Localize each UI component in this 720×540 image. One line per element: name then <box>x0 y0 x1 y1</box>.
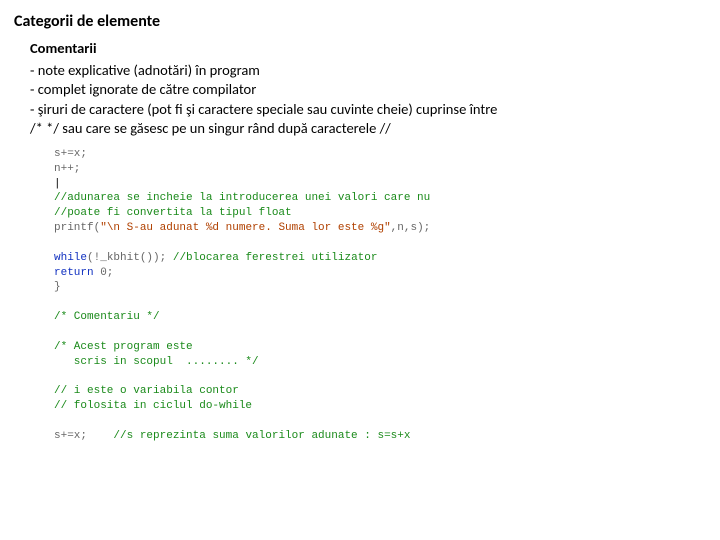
bullet-line: - note explicative (adnotări) în program <box>30 61 706 81</box>
caret-icon: | <box>54 178 61 190</box>
code-comment: // folosita in ciclul do-while <box>54 400 252 412</box>
code-text: (!_kbhit()); <box>87 252 173 264</box>
code-comment: //poate fi convertita la tipul float <box>54 207 292 219</box>
code-text: n++; <box>54 163 80 175</box>
bullet-line: /* */ sau care se găsesc pe un singur râ… <box>30 119 706 139</box>
code-text: } <box>54 281 61 293</box>
slide-page: Categorii de elemente Comentarii - note … <box>0 0 720 454</box>
code-text: s+=x; <box>54 148 87 160</box>
bullet-line: - şiruri de caractere (pot fi şi caracte… <box>30 100 706 120</box>
bullet-line: - complet ignorate de către compilator <box>30 80 706 100</box>
code-comment: //adunarea se incheie la introducerea un… <box>54 192 430 204</box>
code-keyword: return <box>54 267 94 279</box>
section-heading: Comentarii <box>30 39 706 59</box>
code-string: "\n S-au adunat %d numere. Suma lor este… <box>100 222 390 234</box>
section-comentarii: Comentarii - note explicative (adnotări)… <box>14 39 706 139</box>
code-comment: //s reprezinta suma valorilor adunate : … <box>113 430 410 442</box>
code-comment: scris in scopul ........ */ <box>54 356 259 368</box>
code-text: s+=x; <box>54 430 113 442</box>
code-text: ,n,s); <box>391 222 431 234</box>
code-sample-block: s+=x; n++; | //adunarea se incheie la in… <box>54 147 706 444</box>
page-title: Categorii de elemente <box>14 12 706 31</box>
code-comment: /* Comentariu */ <box>54 311 160 323</box>
code-comment: // i este o variabila contor <box>54 385 239 397</box>
code-text: printf( <box>54 222 100 234</box>
code-text: 0; <box>94 267 114 279</box>
code-sample: s+=x; n++; | //adunarea se incheie la in… <box>54 147 706 444</box>
code-comment: /* Acest program este <box>54 341 193 353</box>
code-comment: //blocarea ferestrei utilizator <box>173 252 378 264</box>
code-keyword: while <box>54 252 87 264</box>
